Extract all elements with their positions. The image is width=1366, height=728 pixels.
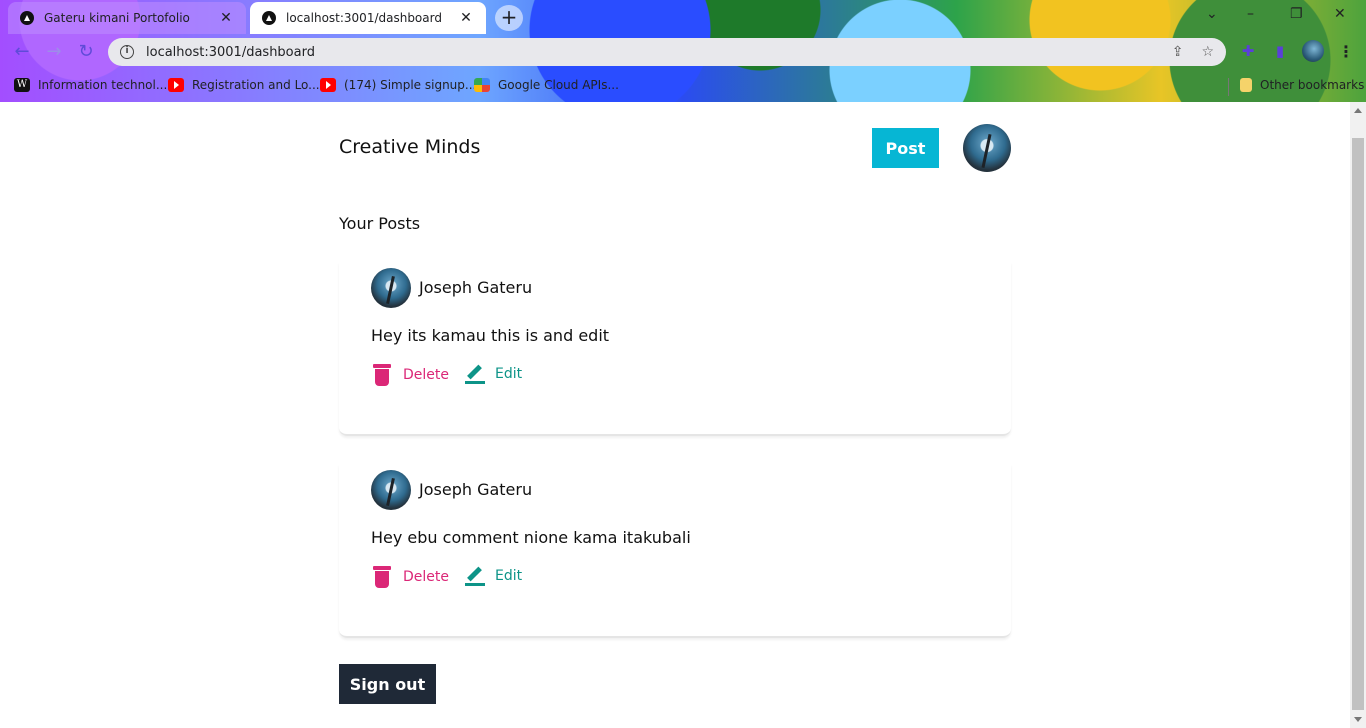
google-cloud-icon (474, 78, 490, 92)
author-avatar (371, 470, 411, 510)
tab-search-icon[interactable]: ⌄ (1206, 6, 1218, 22)
restore-icon[interactable]: ❐ (1290, 6, 1303, 22)
site-info-icon[interactable]: i (120, 45, 134, 59)
page-content: Creative Minds Post Your Posts Joseph Ga… (0, 102, 1350, 728)
post-card: Joseph Gateru Hey its kamau this is and … (339, 262, 1011, 436)
pencil-icon (465, 566, 485, 586)
page-title: Your Posts (339, 214, 421, 233)
scroll-up-icon[interactable] (1354, 108, 1362, 113)
delete-button[interactable]: Delete (373, 364, 449, 386)
share-icon[interactable]: ⇪ (1172, 44, 1184, 60)
post-card: Joseph Gateru Hey ebu comment nione kama… (339, 464, 1011, 638)
delete-label: Delete (403, 569, 449, 585)
address-bar[interactable]: i localhost:3001/dashboard ⇪ ☆ (108, 38, 1226, 66)
bookmark-item[interactable]: Registration and Lo... (168, 78, 320, 92)
minimize-icon[interactable]: – (1247, 6, 1254, 22)
delete-label: Delete (403, 367, 449, 383)
address-url[interactable]: localhost:3001/dashboard (146, 45, 1154, 60)
close-tab-icon[interactable]: ✕ (458, 10, 474, 26)
bookmark-item[interactable]: Google Cloud APIs... (474, 78, 619, 92)
wikipedia-icon: W (14, 78, 30, 92)
bookmark-star-icon[interactable]: ☆ (1201, 44, 1214, 60)
scrollbar-thumb[interactable] (1352, 138, 1364, 710)
user-avatar[interactable] (963, 124, 1011, 172)
tab-dashboard[interactable]: localhost:3001/dashboard ✕ (250, 2, 486, 34)
post-button[interactable]: Post (872, 128, 939, 168)
bookmarks-bar: W Information technol... Registration an… (0, 70, 1366, 102)
close-tab-icon[interactable]: ✕ (218, 10, 234, 26)
pencil-icon (465, 364, 485, 384)
browser-chrome: Gateru kimani Portofolio ✕ localhost:300… (0, 0, 1366, 102)
post-author: Joseph Gateru (419, 480, 533, 499)
other-bookmarks[interactable]: Other bookmarks (1240, 78, 1364, 92)
post-content: Hey ebu comment nione kama itakubali (371, 528, 691, 547)
bookmark-label: Registration and Lo... (192, 78, 320, 92)
bookmarks-divider (1228, 78, 1229, 96)
extensions-icon[interactable]: ✚ (1238, 42, 1258, 62)
bookmark-item[interactable]: W Information technol... (14, 78, 167, 92)
edit-label: Edit (495, 568, 523, 584)
new-tab-button[interactable]: + (495, 5, 523, 31)
site-logo[interactable]: Creative Minds (339, 136, 480, 158)
post-author: Joseph Gateru (419, 278, 533, 297)
tab-title: localhost:3001/dashboard (286, 11, 442, 25)
edit-button[interactable]: Edit (465, 364, 522, 384)
other-bookmarks-label: Other bookmarks (1260, 78, 1365, 92)
delete-button[interactable]: Delete (373, 566, 449, 588)
folder-icon (1240, 78, 1252, 92)
reload-icon[interactable]: ↻ (74, 40, 98, 64)
edit-button[interactable]: Edit (465, 566, 522, 586)
tab-portfolio[interactable]: Gateru kimani Portofolio ✕ (8, 2, 246, 34)
page-scrollbar[interactable] (1350, 102, 1366, 728)
menu-icon[interactable]: ⋮ (1338, 42, 1354, 61)
trash-icon (373, 364, 391, 386)
vercel-icon (262, 11, 276, 25)
side-panel-icon[interactable]: ▮ (1270, 42, 1290, 62)
post-content: Hey its kamau this is and edit (371, 326, 610, 345)
tab-strip: Gateru kimani Portofolio ✕ localhost:300… (0, 0, 1366, 34)
tab-title: Gateru kimani Portofolio (44, 11, 190, 25)
bookmark-label: Google Cloud APIs... (498, 78, 619, 92)
back-icon[interactable]: ← (10, 40, 34, 64)
bookmark-label: (174) Simple signup... (344, 78, 477, 92)
bookmark-item[interactable]: (174) Simple signup... (320, 78, 476, 92)
trash-icon (373, 566, 391, 588)
author-avatar (371, 268, 411, 308)
bookmark-label: Information technol... (38, 78, 168, 92)
vercel-icon (20, 11, 34, 25)
browser-toolbar: ← → ↻ i localhost:3001/dashboard ⇪ ☆ ✚ ▮… (0, 34, 1366, 70)
forward-icon[interactable]: → (42, 40, 66, 64)
scroll-down-icon[interactable] (1354, 717, 1362, 722)
youtube-icon (320, 78, 336, 92)
sign-out-button[interactable]: Sign out (339, 664, 436, 704)
edit-label: Edit (495, 366, 523, 382)
youtube-icon (168, 78, 184, 92)
close-window-icon[interactable]: ✕ (1334, 6, 1346, 22)
profile-avatar[interactable] (1302, 40, 1324, 62)
